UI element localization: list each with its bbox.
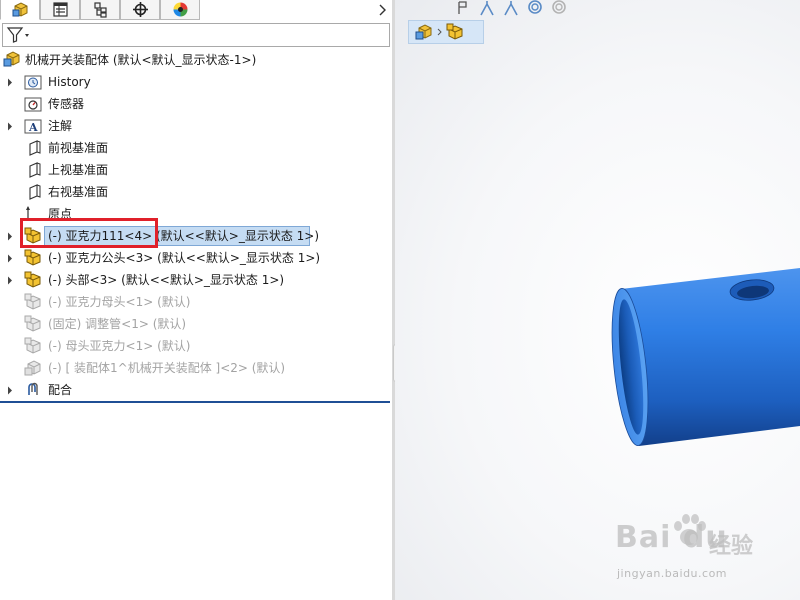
color-wheel-icon — [173, 2, 187, 17]
annotation-folder-icon: A — [24, 119, 42, 134]
tree-item-front-plane[interactable]: 前视基准面 — [0, 137, 392, 159]
tree-item-right-plane[interactable]: 右视基准面 — [0, 181, 392, 203]
tree-item-label: 右视基准面 — [48, 185, 109, 199]
part-icon — [24, 249, 41, 266]
crosshair-icon — [132, 2, 148, 17]
baidu-watermark: Bai du 经验 jingyan.baidu.com — [615, 512, 795, 597]
heads-up-view-toolbar — [453, 0, 569, 16]
tab-property-manager[interactable] — [40, 0, 80, 20]
circle-icon — [528, 0, 542, 14]
tab-display-manager[interactable] — [160, 0, 200, 20]
tree-item-label: 前视基准面 — [48, 141, 109, 155]
chevron-right-icon — [379, 4, 386, 16]
circle-icon — [552, 0, 566, 14]
tree-item-female-acrylic[interactable]: (-) 母头亚克力<1> (默认) — [0, 335, 392, 357]
expand-arrow-icon[interactable] — [5, 231, 15, 241]
expand-arrow-icon[interactable] — [5, 253, 15, 263]
tab-scroll-right-button[interactable] — [374, 2, 390, 18]
history-folder-icon — [24, 75, 42, 90]
annotation-highlight-box — [20, 218, 158, 248]
hu-button-circle-2[interactable] — [549, 0, 569, 16]
tree-rollback-bar[interactable] — [0, 401, 390, 403]
assembly-icon — [12, 2, 27, 17]
tree-item-label: 上视基准面 — [48, 163, 109, 177]
sketch-line-icon — [504, 1, 518, 16]
tree-filter-field[interactable] — [2, 23, 390, 47]
suppressed-part-icon — [24, 337, 41, 354]
part-icon — [24, 271, 41, 288]
expand-arrow-icon[interactable] — [5, 275, 15, 285]
hu-button-sketch-2[interactable] — [501, 0, 521, 16]
tree-item-annotations[interactable]: A 注解 — [0, 115, 392, 137]
tree-item-label: History — [48, 75, 91, 89]
tree-item-label: (-) 亚克力公头<3> (默认<<默认>_显示状态 1>) — [48, 251, 321, 265]
plane-icon — [29, 184, 41, 200]
suppressed-part-icon — [24, 293, 41, 310]
tree-item-label: (-) 亚克力母头<1> (默认) — [48, 295, 191, 309]
suppressed-subassembly-icon — [24, 360, 41, 376]
assembly-icon — [3, 51, 20, 67]
selection-breadcrumb — [408, 20, 484, 44]
tree-item-adjust-tube[interactable]: (固定) 调整管<1> (默认) — [0, 313, 392, 335]
filter-icon — [6, 27, 29, 43]
tree-item-top-plane[interactable]: 上视基准面 — [0, 159, 392, 181]
part-icon[interactable] — [446, 23, 464, 41]
expand-arrow-icon[interactable] — [5, 121, 15, 131]
property-list-icon — [52, 2, 68, 17]
paw-logo-icon — [674, 514, 706, 545]
tube-model[interactable] — [395, 0, 800, 600]
manager-tab-bar — [0, 0, 392, 20]
tab-configuration-manager[interactable] — [80, 0, 120, 20]
graphics-area[interactable] — [395, 0, 800, 600]
tree-root-row[interactable]: 机械开关装配体 (默认<默认_显示状态-1>) — [0, 49, 392, 71]
assembly-icon[interactable] — [415, 23, 433, 41]
expand-arrow-icon[interactable] — [5, 77, 15, 87]
tree-item-mates[interactable]: 配合 — [0, 379, 392, 401]
hu-button-sketch-1[interactable] — [477, 0, 497, 16]
tree-item-head[interactable]: (-) 头部<3> (默认<<默认>_显示状态 1>) — [0, 269, 392, 291]
plane-icon — [29, 162, 41, 178]
sketch-line-icon — [480, 1, 494, 16]
tree-item-subassembly-1[interactable]: (-) [ 装配体1^机械开关装配体 ]<2> (默认) — [0, 357, 392, 379]
select-icon — [458, 1, 467, 14]
tree-item-acrylic-female[interactable]: (-) 亚克力母头<1> (默认) — [0, 291, 392, 313]
tree-root-label: 机械开关装配体 (默认<默认_显示状态-1>) — [25, 53, 257, 67]
tree-item-label: (固定) 调整管<1> (默认) — [48, 317, 187, 331]
tree-item-label: 配合 — [48, 383, 73, 397]
hu-button-circle-1[interactable] — [525, 0, 545, 16]
hu-button-select[interactable] — [453, 0, 473, 16]
mates-icon — [28, 382, 38, 395]
tree-item-history[interactable]: History — [0, 71, 392, 93]
plane-icon — [29, 140, 41, 156]
tree-item-label: 传感器 — [48, 97, 85, 111]
watermark-url: jingyan.baidu.com — [617, 567, 728, 580]
tree-item-acrylic-male[interactable]: (-) 亚克力公头<3> (默认<<默认>_显示状态 1>) — [0, 247, 392, 269]
tab-feature-manager[interactable] — [0, 0, 40, 20]
tab-dimxpert-manager[interactable] — [120, 0, 160, 20]
svg-text:A: A — [28, 121, 38, 134]
tree-item-label: 注解 — [48, 119, 73, 133]
feature-manager-panel: 机械开关装配体 (默认<默认_显示状态-1>) History 传感器 A 注解… — [0, 0, 392, 600]
configuration-icon — [93, 2, 107, 18]
watermark-jingyan: 经验 — [709, 534, 754, 559]
tree-item-sensors[interactable]: 传感器 — [0, 93, 392, 115]
tree-item-label: (-) [ 装配体1^机械开关装配体 ]<2> (默认) — [48, 361, 286, 375]
tree-item-label: (-) 母头亚克力<1> (默认) — [48, 339, 191, 353]
expand-arrow-icon[interactable] — [5, 385, 15, 395]
tube-body — [621, 268, 800, 446]
sensor-folder-icon — [24, 97, 42, 112]
suppressed-part-icon — [24, 315, 41, 332]
tree-item-label: (-) 头部<3> (默认<<默认>_显示状态 1>) — [48, 273, 285, 287]
chevron-right-icon — [437, 28, 442, 36]
